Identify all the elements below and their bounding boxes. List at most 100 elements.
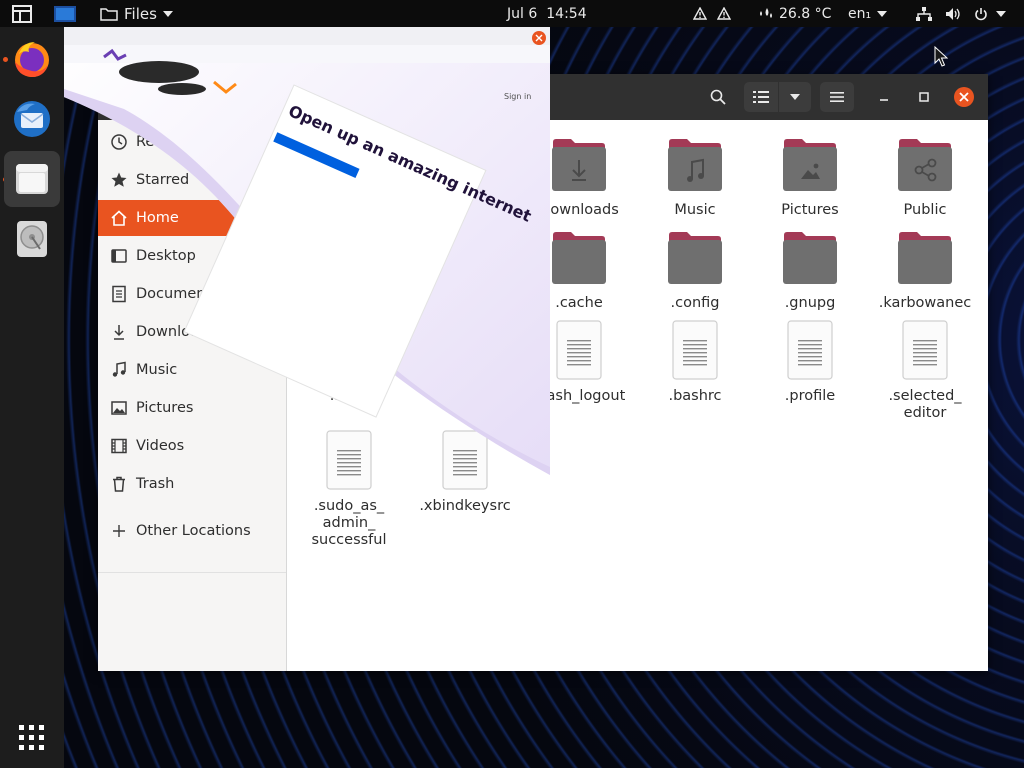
language-indicator[interactable]: en₁ xyxy=(848,0,888,27)
close-button[interactable] xyxy=(950,82,978,112)
maximize-button[interactable] xyxy=(910,82,938,112)
search-button[interactable] xyxy=(702,82,734,112)
sidebar-item-label: Trash xyxy=(136,476,175,492)
folder-icon xyxy=(549,134,609,196)
language-label: en₁ xyxy=(848,5,872,22)
power-menu[interactable] xyxy=(974,0,1006,27)
search-icon xyxy=(710,89,726,105)
sidebar-item-label: Home xyxy=(136,210,179,226)
app-menu[interactable]: Files xyxy=(100,0,173,27)
weather-indicator[interactable]: 26.8 °C xyxy=(758,0,831,27)
sidebar-item-home[interactable]: Home xyxy=(98,200,286,236)
folder-icon xyxy=(780,134,840,196)
firefox-icon[interactable] xyxy=(4,31,60,87)
disk-usage-icon[interactable] xyxy=(4,211,60,267)
terminal-indicator-icon[interactable] xyxy=(54,0,76,27)
view-options-button[interactable] xyxy=(779,82,811,112)
file-item[interactable]: .selected_ editor xyxy=(870,320,980,422)
sidebar-item-documents[interactable]: Documents xyxy=(98,276,286,312)
close-icon xyxy=(954,87,974,107)
file-name: .xbindkeysrc xyxy=(419,498,511,514)
sidebar-item-label: Desktop xyxy=(136,248,196,264)
file-name: .sudo_as_ admin_ successful xyxy=(311,498,387,548)
file-name: .mozilla xyxy=(436,388,494,404)
warning-icon[interactable] xyxy=(717,0,731,27)
raindrops-icon xyxy=(760,7,772,18)
file-item[interactable]: .bashrc xyxy=(640,320,750,405)
sidebar-item-downloads[interactable]: Downloads xyxy=(98,314,286,350)
folder-icon xyxy=(100,7,118,21)
date-label: Jul 6 xyxy=(507,5,538,22)
file-name: .selected_ editor xyxy=(888,388,962,421)
folder-item[interactable]: .karbowanec xyxy=(870,227,980,312)
file-name: Public xyxy=(903,202,947,218)
header-bar xyxy=(98,74,988,120)
file-item[interactable]: .profile xyxy=(755,320,865,405)
desktop-icon xyxy=(111,249,127,263)
file-item[interactable]: .sudo_as_ admin_ successful xyxy=(294,430,404,549)
minimize-button[interactable] xyxy=(870,82,898,112)
sidebar-separator xyxy=(98,572,286,573)
sidebar-item-recent[interactable]: Recent xyxy=(98,124,286,160)
file-name: .bashrc xyxy=(668,388,722,404)
folder-item[interactable]: .local xyxy=(294,320,404,405)
sidebar-item-pictures[interactable]: Pictures xyxy=(98,390,286,426)
sidebar-item-music[interactable]: Music xyxy=(98,352,286,388)
network-icon[interactable] xyxy=(916,0,932,27)
folder-item[interactable]: Downloads xyxy=(524,134,634,219)
file-name: .config xyxy=(670,295,720,311)
music-icon xyxy=(112,361,126,377)
volume-icon[interactable] xyxy=(945,0,961,27)
app-menu-label: Files xyxy=(124,4,157,23)
files-window: Recent Starred Home Desktop Documents Do… xyxy=(98,74,988,671)
show-applications-icon[interactable] xyxy=(18,724,46,752)
file-grid: Downloads Music Pictures Public Templates .ca… xyxy=(287,120,988,671)
folder-item[interactable]: Public xyxy=(870,134,980,219)
sidebar-item-label: Recent xyxy=(136,134,187,150)
folder-icon xyxy=(319,320,379,382)
folder-icon xyxy=(780,227,840,289)
activities-icon[interactable] xyxy=(12,0,32,27)
text-file-icon xyxy=(780,320,840,382)
sidebar-item-desktop[interactable]: Desktop xyxy=(98,238,286,274)
time-label: 14:54 xyxy=(546,5,587,22)
file-name: Downloads xyxy=(539,202,619,218)
chevron-down-icon xyxy=(996,10,1006,17)
folder-icon xyxy=(549,227,609,289)
folder-item[interactable]: Pictures xyxy=(755,134,865,219)
sidebar-item-starred[interactable]: Starred xyxy=(98,162,286,198)
chevron-down-icon xyxy=(162,10,173,17)
thunderbird-icon[interactable] xyxy=(4,91,60,147)
sidebar-item-videos[interactable]: Videos xyxy=(98,428,286,464)
clock[interactable]: Jul 6 14:54 xyxy=(507,0,587,27)
sidebar-item-other-locations[interactable]: Other Locations xyxy=(98,513,286,549)
places-sidebar: Recent Starred Home Desktop Documents Do… xyxy=(98,120,287,671)
files-icon[interactable] xyxy=(4,151,60,207)
list-view-button[interactable] xyxy=(744,82,778,112)
main-menu-button[interactable] xyxy=(820,82,854,112)
downloads-icon xyxy=(114,325,124,340)
temperature-label: 26.8 °C xyxy=(779,5,832,22)
file-name: .local xyxy=(329,388,369,404)
folder-item[interactable]: .mozilla xyxy=(410,320,520,405)
mouse-pointer-icon xyxy=(934,46,948,67)
plus-icon xyxy=(113,525,125,537)
chevron-down-icon xyxy=(877,10,888,17)
sidebar-item-trash[interactable]: Trash xyxy=(98,466,286,502)
folder-item[interactable]: .config xyxy=(640,227,750,312)
file-name: .karbowanec xyxy=(878,295,972,311)
dock xyxy=(0,27,64,768)
folder-item[interactable]: .gnupg xyxy=(755,227,865,312)
text-file-icon xyxy=(665,320,725,382)
folder-item[interactable]: .cache xyxy=(524,227,634,312)
file-name: .cache xyxy=(555,295,603,311)
file-item[interactable]: .xbindkeysrc xyxy=(410,430,520,515)
folder-item[interactable]: Templates xyxy=(294,227,404,312)
warning-icon[interactable] xyxy=(693,0,707,27)
power-icon xyxy=(975,7,987,20)
folder-item[interactable]: Music xyxy=(640,134,750,219)
file-name: .bash_logout xyxy=(532,388,626,404)
sidebar-item-label: Pictures xyxy=(136,400,194,416)
folder-icon xyxy=(435,320,495,382)
file-item[interactable]: .bash_logout xyxy=(524,320,634,405)
